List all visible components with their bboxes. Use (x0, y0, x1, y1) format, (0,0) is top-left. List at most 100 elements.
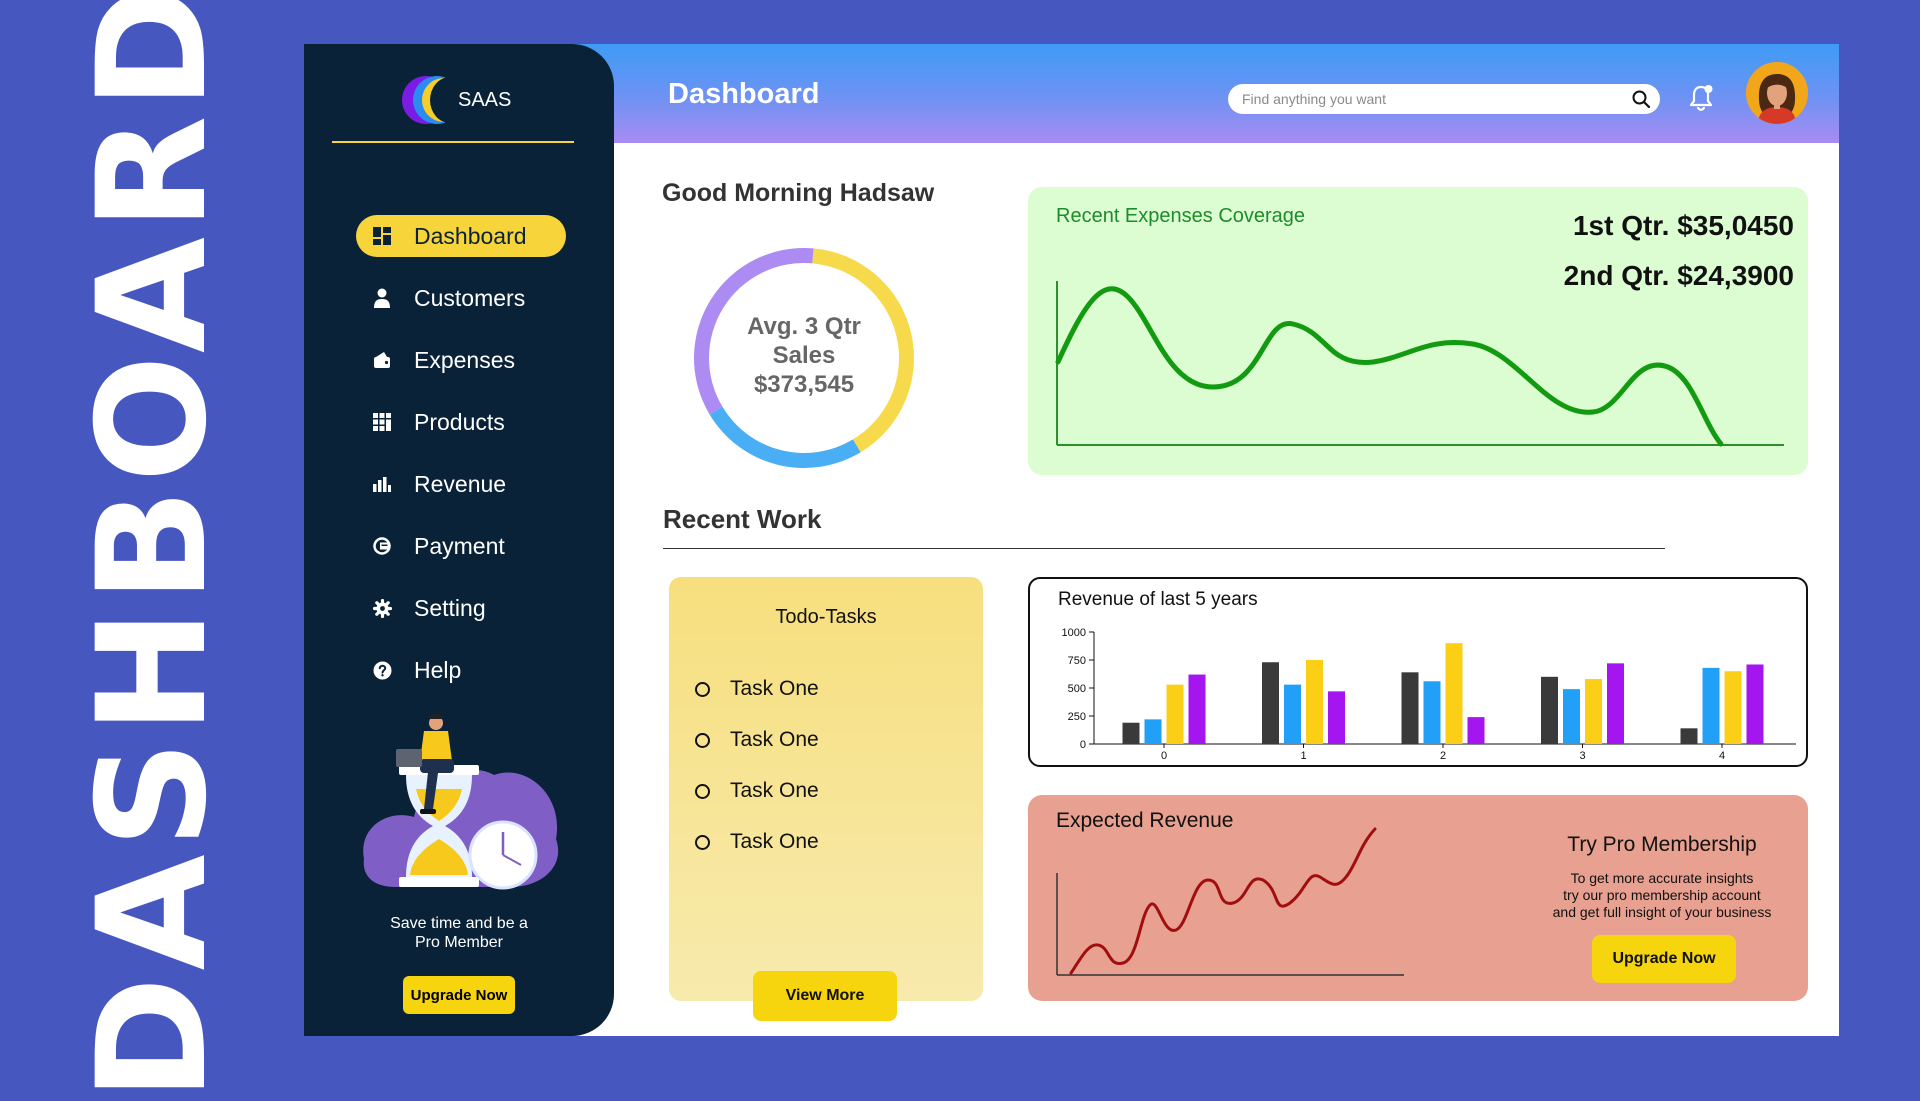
task-label: Task One (730, 677, 819, 700)
poster-title-text: DASHBOARD (66, 0, 240, 1101)
sidebar-item-label: Products (414, 408, 505, 435)
donut-segment-1 (709, 406, 861, 468)
bar (1284, 684, 1301, 744)
bar (1467, 717, 1485, 744)
pro-desc-line: try our pro membership account (1563, 887, 1761, 903)
todo-task[interactable]: Task One (695, 677, 819, 701)
sidebar-item-label: Customers (414, 284, 526, 311)
bar (1541, 676, 1558, 744)
bar (1306, 660, 1323, 744)
sidebar-item-label: Payment (414, 532, 505, 559)
sidebar-item-label: Revenue (414, 470, 507, 497)
sidebar-item-help[interactable]: Help (356, 649, 566, 691)
greeting-heading: Good Morning Hadsaw (662, 179, 935, 207)
task-radio[interactable] (695, 834, 710, 850)
sidebar-item-label: Expenses (414, 346, 516, 373)
x-tick-label: 1 (1300, 750, 1306, 762)
dashboard-icon (372, 226, 392, 246)
bar (1702, 667, 1720, 744)
dashboard-window: Dashboard Find anything you want SAAS Da… (304, 44, 1839, 1036)
bar (1262, 662, 1279, 744)
y-tick-label: 750 (1068, 655, 1086, 667)
search-bar[interactable] (1228, 84, 1660, 114)
bar (1122, 722, 1140, 744)
bar (1746, 664, 1764, 744)
bar-chart-icon (372, 474, 392, 494)
user-icon (372, 288, 392, 308)
pro-membership-description: To get more accurate insights try our pr… (1542, 870, 1782, 921)
y-tick-label: 0 (1080, 739, 1086, 751)
pro-upgrade-button[interactable]: Upgrade Now (1592, 935, 1736, 983)
promo-text-line: Save time and be a (390, 915, 528, 932)
task-label: Task One (730, 728, 819, 751)
search-icon[interactable] (1631, 89, 1651, 109)
saas-logo-icon (402, 74, 470, 126)
expenses-line (1055, 286, 1724, 447)
search-input[interactable] (1242, 88, 1622, 110)
recent-work-divider (663, 548, 1665, 549)
sidebar-item-dashboard[interactable]: Dashboard (356, 215, 566, 257)
x-tick-label: 0 (1161, 750, 1167, 762)
user-avatar[interactable] (1746, 62, 1808, 124)
y-tick-label: 500 (1068, 683, 1086, 695)
todo-task[interactable]: Task One (695, 728, 819, 752)
sidebar-item-expenses[interactable]: Expenses (356, 339, 566, 381)
task-radio[interactable] (695, 732, 710, 748)
todo-title: Todo-Tasks (775, 606, 877, 628)
bar (1680, 728, 1698, 744)
task-radio[interactable] (695, 783, 710, 799)
bar (1188, 674, 1206, 744)
revenue-bar-chart: 0 250 500 750 1000 0 1 2 3 4 (1062, 627, 1796, 762)
sidebar-item-customers[interactable]: Customers (356, 277, 566, 319)
sidebar-item-products[interactable]: Products (356, 401, 566, 443)
notification-bell-icon[interactable] (1687, 82, 1715, 114)
bar (1328, 691, 1345, 744)
bar (1445, 643, 1463, 744)
grid-icon (372, 412, 392, 432)
x-tick-label: 3 (1579, 750, 1585, 762)
recent-work-heading: Recent Work (663, 504, 822, 534)
pro-desc-line: and get full insight of your business (1552, 904, 1772, 920)
avg-sales-label: Avg. 3 Qtr Sales $373,545 (682, 312, 926, 399)
todo-card: Todo-Tasks Task One Task One Task One Ta… (669, 577, 983, 1021)
help-icon (372, 660, 392, 680)
sidebar-item-label: Dashboard (414, 222, 527, 249)
avg-sales-line: Avg. 3 Qtr (747, 313, 861, 340)
page-title: Dashboard (668, 78, 820, 110)
promo-text: Save time and be a Pro Member (304, 914, 614, 952)
second-quarter-amount: 2nd Qtr. $24,3900 (1563, 260, 1794, 291)
sidebar-upgrade-button[interactable]: Upgrade Now (403, 976, 515, 1014)
y-tick-label: 250 (1068, 711, 1086, 723)
task-label: Task One (730, 830, 819, 853)
bar (1585, 679, 1602, 744)
poster-title: DASHBOARD (66, 0, 240, 1101)
sidebar-nav: Dashboard Customers Expenses Products Re… (356, 215, 566, 711)
sidebar-item-label: Help (414, 656, 462, 683)
time-management-illustration (363, 713, 559, 890)
bar (1724, 671, 1742, 744)
expected-revenue-card: Expected Revenue Try Pro Membership To g… (1028, 795, 1808, 1001)
sidebar-item-payment[interactable]: Payment (356, 525, 566, 567)
bar (1144, 719, 1162, 744)
bar (1563, 689, 1580, 744)
todo-task[interactable]: Task One (695, 830, 819, 854)
todo-task[interactable]: Task One (695, 779, 819, 803)
first-quarter-amount: 1st Qtr. $35,0450 (1572, 210, 1794, 241)
task-label: Task One (730, 779, 819, 802)
expenses-card: Recent Expenses Coverage 1st Qtr. $35,04… (1028, 187, 1808, 475)
view-more-button[interactable]: View More (753, 971, 897, 1021)
avg-sales-line: Sales (772, 342, 836, 369)
brand-name: SAAS (458, 88, 512, 111)
wallet-icon (372, 350, 392, 370)
task-radio[interactable] (695, 681, 710, 697)
pro-desc-line: To get more accurate insights (1570, 870, 1754, 886)
avg-sales-value: $373,545 (753, 371, 855, 398)
x-tick-label: 2 (1440, 750, 1446, 762)
revenue-card: Revenue of last 5 years 0 250 500 750 1000 0 1… (1028, 577, 1808, 767)
sidebar-item-setting[interactable]: Setting (356, 587, 566, 629)
x-tick-label: 4 (1719, 750, 1725, 762)
brand-logo[interactable]: SAAS (402, 74, 511, 126)
sidebar-item-revenue[interactable]: Revenue (356, 463, 566, 505)
sidebar: SAAS Dashboard Customers Expenses Produc… (304, 44, 614, 1036)
bar (1423, 681, 1441, 744)
